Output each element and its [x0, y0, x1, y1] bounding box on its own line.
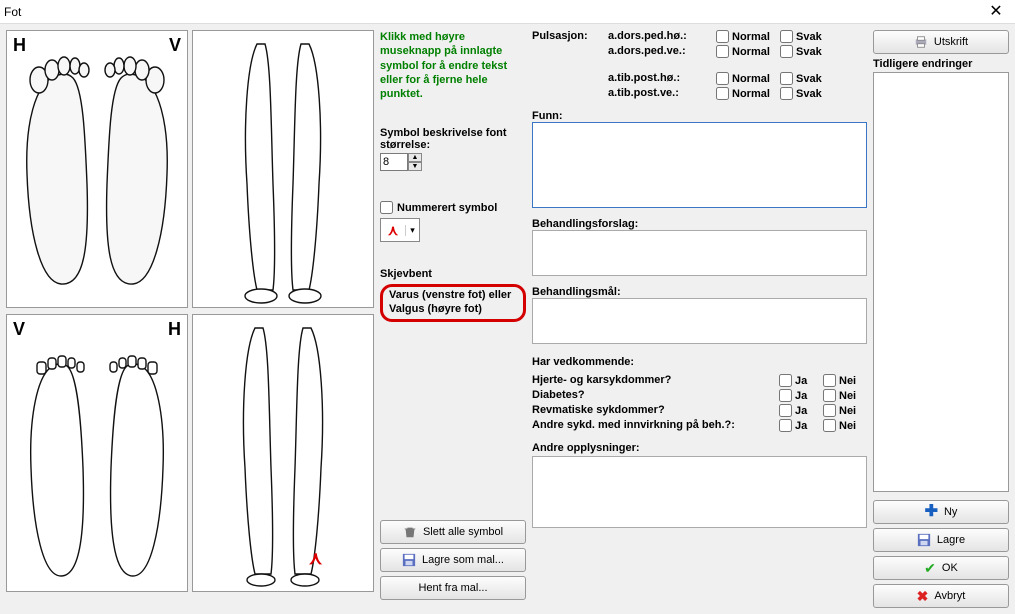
numbered-symbol-checkbox[interactable] [380, 201, 393, 214]
cancel-label: Avbryt [934, 590, 965, 602]
delete-all-label: Slett alle symbol [423, 526, 503, 538]
puls-row-1: a.dors.ped.ve.: [608, 45, 716, 58]
spin-down-icon[interactable]: ▼ [408, 162, 422, 171]
load-template-label: Hent fra mal... [418, 582, 487, 594]
svg-text:⋏: ⋏ [308, 548, 323, 568]
history-label: Tidligere endringer [873, 58, 1009, 70]
save-template-label: Lagre som mal... [422, 554, 504, 566]
diagram-legs-back[interactable]: ⋏ [192, 314, 374, 592]
spin-up-icon[interactable]: ▲ [408, 153, 422, 162]
numbered-symbol-label: Nummerert symbol [397, 202, 497, 214]
chevron-down-icon[interactable]: ▾ [405, 225, 419, 236]
puls-3-svak[interactable] [780, 87, 793, 100]
symbol-size-label: Symbol beskrivelse font størrelse: [380, 127, 526, 151]
ved-0-ja[interactable] [779, 374, 792, 387]
skjevbent-heading: Skjevbent [380, 268, 526, 280]
ved-0-nei[interactable] [823, 374, 836, 387]
behmal-textarea[interactable] [532, 298, 867, 344]
symbol-glyph-icon: ⋏ [381, 222, 405, 239]
ved-2-ja[interactable] [779, 404, 792, 417]
puls-0-svak[interactable] [780, 30, 793, 43]
printer-icon [914, 35, 928, 49]
corner-h2: H [168, 319, 181, 340]
save-icon [402, 553, 416, 567]
close-icon[interactable]: ✕ [981, 2, 1011, 22]
corner-h: H [13, 35, 26, 56]
save-label: Lagre [937, 534, 965, 546]
delete-all-symbols-button[interactable]: Slett alle symbol [380, 520, 526, 544]
print-label: Utskrift [934, 36, 968, 48]
puls-2-svak[interactable] [780, 72, 793, 85]
x-icon: ✖ [917, 591, 929, 601]
ved-3-ja[interactable] [779, 419, 792, 432]
new-label: Ny [944, 506, 957, 518]
vedkommende-heading: Har vedkommende: [532, 356, 867, 368]
right-panel: Utskrift Tidligere endringer ✚ Ny Lagre … [873, 30, 1009, 608]
corner-v: V [169, 35, 181, 56]
font-size-input[interactable] [380, 153, 408, 171]
main-panel: Pulsasjon: a.dors.ped.hø.: Normal Svak a… [532, 30, 867, 608]
diagram-sole-hv[interactable]: H V [6, 30, 188, 308]
save-button[interactable]: Lagre [873, 528, 1009, 552]
ved-q2: Revmatiske sykdommer? [532, 404, 779, 417]
pulsation-label: Pulsasjon: [532, 30, 598, 100]
new-button[interactable]: ✚ Ny [873, 500, 1009, 524]
funn-label: Funn: [532, 110, 867, 122]
skjevbent-highlight: Varus (venstre fot) eller Valgus (høyre … [380, 284, 526, 322]
ved-3-nei[interactable] [823, 419, 836, 432]
andre-label: Andre opplysninger: [532, 442, 867, 454]
print-button[interactable]: Utskrift [873, 30, 1009, 54]
puls-1-normal[interactable] [716, 45, 729, 58]
ved-q3: Andre sykd. med innvirkning på beh.?: [532, 419, 779, 432]
puls-2-normal[interactable] [716, 72, 729, 85]
diagram-legs-front[interactable] [192, 30, 374, 308]
ok-label: OK [942, 562, 958, 574]
check-icon: ✔ [924, 563, 936, 573]
font-size-spinner[interactable]: ▲ ▼ [380, 153, 526, 171]
ved-q1: Diabetes? [532, 389, 779, 402]
ved-1-ja[interactable] [779, 389, 792, 402]
behforslag-label: Behandlingsforslag: [532, 218, 867, 230]
corner-v2: V [13, 319, 25, 340]
puls-row-3: a.tib.post.ve.: [608, 87, 716, 100]
ved-q0: Hjerte- og karsykdommer? [532, 374, 779, 387]
window-title: Fot [4, 5, 981, 19]
history-listbox[interactable] [873, 72, 1009, 492]
ved-1-nei[interactable] [823, 389, 836, 402]
puls-0-normal[interactable] [716, 30, 729, 43]
funn-textarea[interactable] [532, 122, 867, 208]
ved-2-nei[interactable] [823, 404, 836, 417]
foot-diagram-panel: H V [6, 30, 374, 608]
titlebar: Fot ✕ [0, 0, 1015, 24]
save-icon-2 [917, 533, 931, 547]
puls-row-0: a.dors.ped.hø.: [608, 30, 716, 43]
plus-icon: ✚ [925, 507, 938, 517]
load-from-template-button[interactable]: Hent fra mal... [380, 576, 526, 600]
trash-icon [403, 525, 417, 539]
behmal-label: Behandlingsmål: [532, 286, 867, 298]
diagram-top-vh[interactable]: V H [6, 314, 188, 592]
puls-3-normal[interactable] [716, 87, 729, 100]
ok-button[interactable]: ✔ OK [873, 556, 1009, 580]
puls-1-svak[interactable] [780, 45, 793, 58]
cancel-button[interactable]: ✖ Avbryt [873, 584, 1009, 608]
behforslag-textarea[interactable] [532, 230, 867, 276]
puls-row-2: a.tib.post.hø.: [608, 72, 716, 85]
instructions-text: Klikk med høyre museknapp på innlagte sy… [380, 30, 526, 101]
save-as-template-button[interactable]: Lagre som mal... [380, 548, 526, 572]
andre-textarea[interactable] [532, 456, 867, 528]
symbol-selector[interactable]: ⋏ ▾ [380, 218, 420, 242]
mid-panel: Klikk med høyre museknapp på innlagte sy… [380, 30, 526, 608]
